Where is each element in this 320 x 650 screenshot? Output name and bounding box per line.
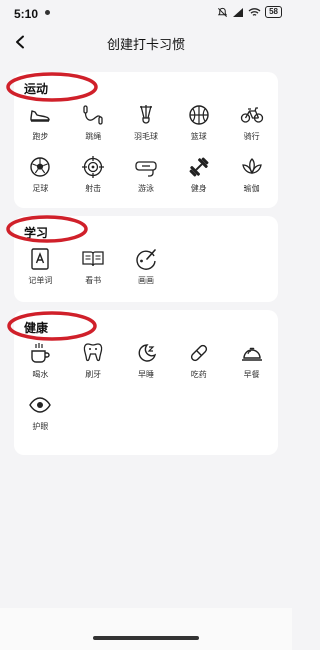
section-card-health: 健康 喝水 刷牙 早睡 吃药 早餐 护眼 (7, 310, 278, 455)
habit-shooting[interactable]: 射击 (67, 152, 120, 204)
habit-label: 跑步 (32, 132, 49, 141)
habit-label: 看书 (85, 276, 102, 285)
status-time: 5:10 (14, 7, 39, 21)
moon-icon (138, 344, 157, 362)
red-circle-annotation (6, 72, 98, 102)
section-title-study: 学习 (24, 226, 49, 240)
habit-label: 足球 (32, 184, 49, 193)
cloche-icon (241, 347, 262, 361)
habit-jump-rope[interactable]: 跳绳 (67, 100, 120, 152)
home-indicator[interactable] (93, 636, 199, 640)
mute-bell-icon (217, 7, 228, 17)
cup-icon (31, 343, 51, 363)
jump-rope-icon (83, 105, 103, 125)
section-card-sport: 运动 跑步 跳绳 羽毛球 篮球 骑行 足球 射击 游泳 健身 瑜伽 (6, 72, 278, 208)
habit-eye-care[interactable]: 护眼 (14, 390, 67, 442)
status-bar: 5:10 58 (0, 0, 292, 26)
habit-vocabulary[interactable]: 记单词 (14, 244, 67, 296)
book-icon (82, 251, 104, 267)
bicycle-icon (240, 107, 263, 123)
dumbbell-icon (189, 157, 209, 177)
habit-fitness[interactable]: 健身 (172, 152, 225, 204)
habit-running[interactable]: 跑步 (14, 100, 67, 152)
notification-dot-icon (45, 10, 50, 15)
habit-breakfast[interactable]: 早餐 (225, 338, 278, 390)
habit-label: 吃药 (190, 370, 207, 379)
section-title-health: 健康 (24, 321, 49, 335)
habit-label: 骑行 (243, 132, 260, 141)
target-icon (82, 156, 105, 178)
habit-label: 瑜伽 (243, 184, 260, 193)
bottom-area (0, 608, 292, 650)
habit-label: 游泳 (137, 184, 154, 193)
habit-label: 射击 (85, 184, 102, 193)
habit-reading[interactable]: 看书 (67, 244, 120, 296)
habit-yoga[interactable]: 瑜伽 (225, 152, 278, 204)
signal-icon (233, 7, 244, 17)
habit-grid-study: 记单词 看书 画画 (14, 244, 278, 296)
section-card-study: 学习 记单词 看书 画画 (6, 215, 278, 302)
habit-label: 喝水 (32, 370, 49, 379)
habit-take-medicine[interactable]: 吃药 (172, 338, 225, 390)
section-title-sport: 运动 (24, 82, 49, 96)
shoe-icon (30, 110, 51, 122)
goggles-icon (135, 161, 157, 177)
tooth-icon (83, 343, 103, 362)
habit-label: 护眼 (32, 422, 49, 431)
habit-basketball[interactable]: 篮球 (172, 100, 225, 152)
palette-icon (136, 249, 156, 270)
habit-label: 刷牙 (85, 370, 102, 379)
habit-sleep-early[interactable]: 早睡 (120, 338, 173, 390)
habit-grid-health: 喝水 刷牙 早睡 吃药 早餐 护眼 (14, 338, 278, 442)
nav-bar: 创建打卡习惯 (0, 26, 292, 58)
habit-grid-sport: 跑步 跳绳 羽毛球 篮球 骑行 足球 射击 游泳 健身 瑜伽 (14, 100, 278, 204)
habit-label: 篮球 (190, 132, 207, 141)
eye-icon (29, 397, 52, 413)
habit-badminton[interactable]: 羽毛球 (120, 100, 173, 152)
status-icons: 58 (217, 6, 282, 18)
habit-brush-teeth[interactable]: 刷牙 (67, 338, 120, 390)
shuttlecock-icon (139, 105, 152, 124)
habit-label: 记单词 (28, 276, 53, 285)
habit-football[interactable]: 足球 (14, 152, 67, 204)
pill-icon (190, 344, 207, 362)
lotus-icon (241, 158, 262, 175)
habit-label: 跳绳 (85, 132, 102, 141)
habit-label: 早餐 (243, 370, 260, 379)
habit-drink-water[interactable]: 喝水 (14, 338, 67, 390)
page-title: 创建打卡习惯 (106, 37, 185, 52)
habit-label: 羽毛球 (133, 132, 158, 141)
habit-swimming[interactable]: 游泳 (120, 152, 173, 204)
habit-cycling[interactable]: 骑行 (225, 100, 278, 152)
wifi-icon (248, 7, 261, 16)
letter-a-icon (31, 248, 50, 270)
habit-drawing[interactable]: 画画 (120, 244, 173, 296)
habit-label: 画画 (137, 276, 154, 285)
battery-level: 58 (265, 6, 282, 18)
habit-label: 健身 (190, 184, 207, 193)
habit-label: 早睡 (137, 370, 154, 379)
soccer-ball-icon (30, 157, 51, 177)
basketball-icon (189, 105, 209, 125)
